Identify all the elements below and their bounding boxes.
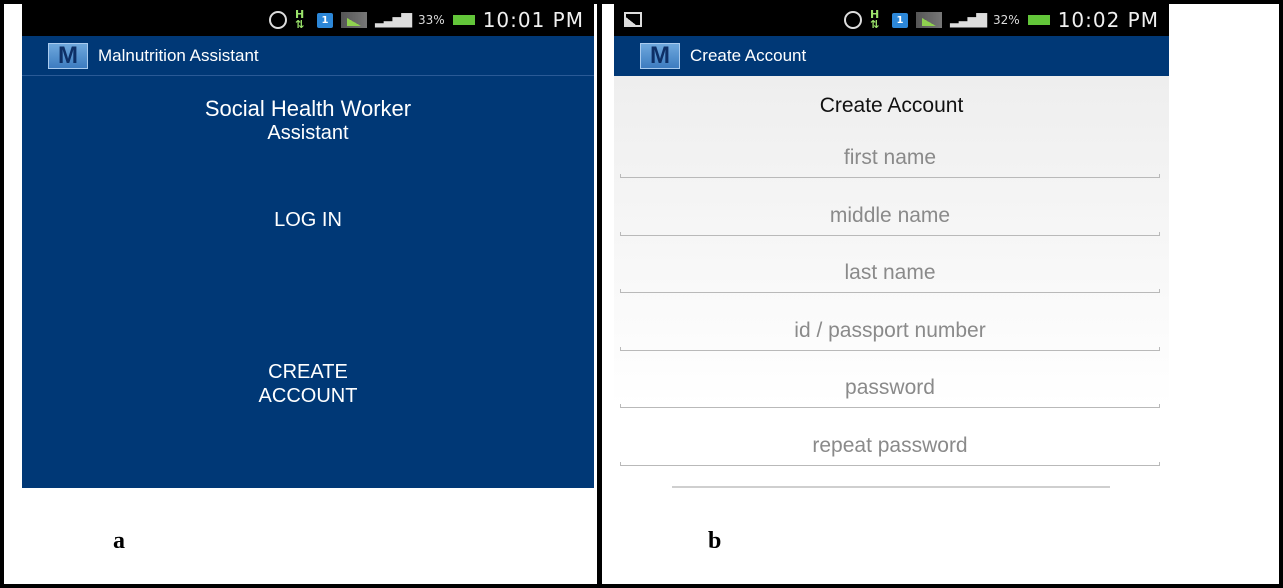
clock: 10:02 PM: [1057, 8, 1159, 32]
app-logo-icon[interactable]: M: [48, 42, 88, 69]
notification-icon: 1: [316, 12, 333, 28]
field-underline: [620, 347, 1160, 351]
battery-percent: 32%: [993, 13, 1020, 27]
middle-name-field: [620, 198, 1160, 238]
field-underline: [620, 232, 1160, 236]
create-account-label-line-1: CREATE: [268, 361, 348, 383]
scroll-divider: [672, 486, 1110, 488]
panel-divider: [597, 0, 602, 588]
id-passport-input[interactable]: [620, 313, 1160, 349]
wifi-icon: [915, 12, 942, 28]
password-field: [620, 370, 1160, 410]
battery-icon: [452, 15, 475, 25]
repeat-password-input[interactable]: [620, 428, 1160, 464]
image-icon: [624, 12, 642, 27]
login-button[interactable]: LOG IN: [22, 208, 594, 232]
create-account-screen: Create Account: [614, 76, 1169, 488]
clock: 10:01 PM: [482, 8, 584, 32]
network-icon: H ⇅: [869, 8, 880, 31]
field-underline: [620, 404, 1160, 408]
alarm-icon: [843, 11, 862, 29]
field-underline: [620, 174, 1160, 178]
caption-b: b: [708, 528, 722, 554]
id-passport-field: [620, 313, 1160, 353]
field-underline: [620, 289, 1160, 293]
login-screen: Social Health Worker Assistant LOG IN CR…: [22, 76, 594, 488]
action-bar: M Create Account: [614, 36, 1169, 76]
create-account-button[interactable]: CREATE ACCOUNT: [22, 360, 594, 408]
field-underline: [620, 462, 1160, 466]
last-name-field: [620, 255, 1160, 295]
status-bar: H ⇅ 1 ▂▃▅▇ 33% 10:01 PM: [22, 4, 594, 36]
caption-a: a: [113, 528, 125, 554]
battery-percent: 33%: [418, 13, 445, 27]
first-name-field: [620, 140, 1160, 180]
create-account-label-line-2: ACCOUNT: [258, 385, 358, 407]
status-bar: H ⇅ 1 ▂▃▅▇ 32% 10:02 PM: [614, 4, 1169, 36]
middle-name-input[interactable]: [620, 198, 1160, 234]
signal-icon: ▂▃▅▇: [374, 12, 412, 28]
page-title: Create Account: [819, 94, 964, 117]
heading-line-2: Assistant: [267, 122, 349, 144]
app-title: Create Account: [690, 46, 807, 65]
password-input[interactable]: [620, 370, 1160, 406]
signal-icon: ▂▃▅▇: [949, 12, 987, 28]
network-icon: H ⇅: [294, 8, 305, 31]
action-bar: M Malnutrition Assistant: [22, 36, 594, 76]
last-name-input[interactable]: [620, 255, 1160, 291]
heading-line-1: Social Health Worker: [204, 96, 412, 121]
app-logo-icon[interactable]: M: [640, 43, 680, 69]
battery-icon: [1027, 15, 1050, 25]
repeat-password-field: [620, 428, 1160, 468]
app-title: Malnutrition Assistant: [98, 45, 259, 65]
alarm-icon: [268, 11, 287, 29]
notification-icon: 1: [891, 12, 908, 28]
first-name-input[interactable]: [620, 140, 1160, 176]
wifi-icon: [340, 12, 367, 28]
